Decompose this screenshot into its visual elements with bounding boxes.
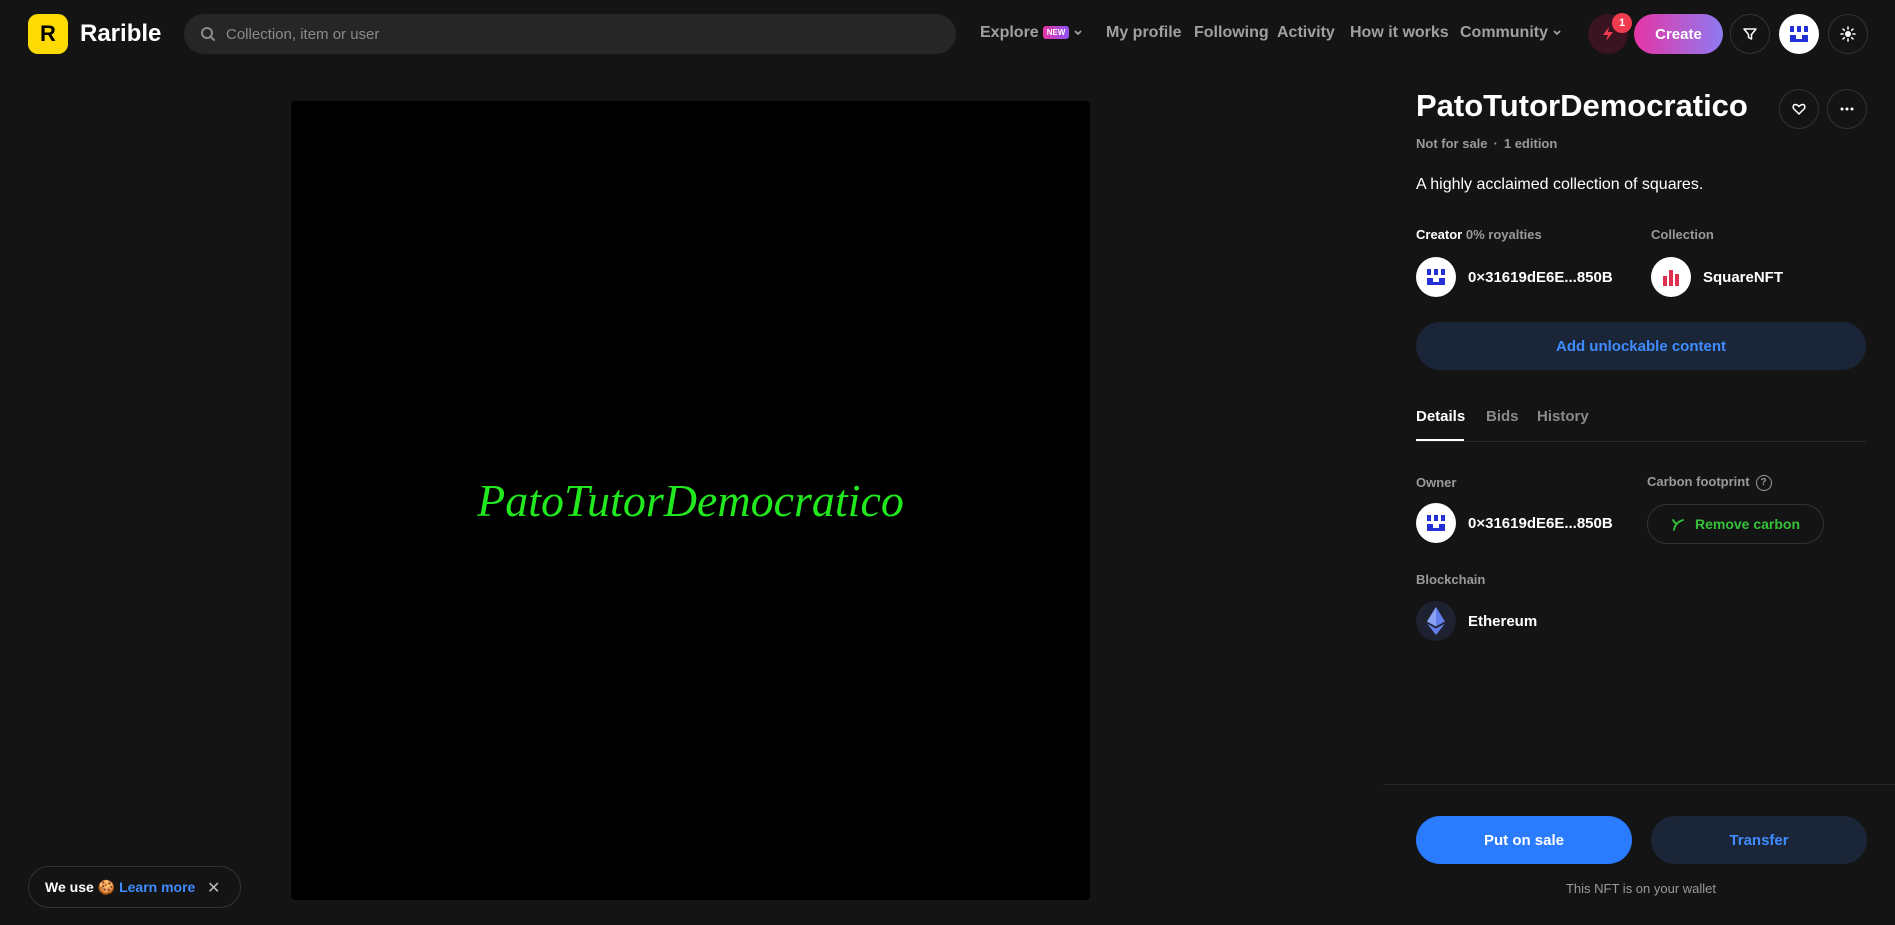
artwork-text: PatoTutorDemocratico xyxy=(477,475,904,526)
search-icon xyxy=(201,27,215,41)
rarible-logo[interactable]: R xyxy=(28,14,68,54)
blockchain-info: Ethereum xyxy=(1416,601,1537,641)
logo-letter: R xyxy=(40,21,56,46)
cookie-emoji: 🍪 xyxy=(97,878,116,895)
active-tab-indicator xyxy=(1416,439,1464,441)
creator-label: Creator xyxy=(1416,227,1463,242)
heart-icon xyxy=(1792,103,1806,115)
more-icon xyxy=(1840,107,1854,111)
create-button[interactable]: Create xyxy=(1634,14,1723,54)
footer-divider xyxy=(1383,784,1895,785)
nav-community[interactable]: Community xyxy=(1460,24,1562,42)
notification-count-badge: 1 xyxy=(1612,13,1632,33)
more-options-button[interactable] xyxy=(1827,89,1867,129)
nav-activity[interactable]: Activity xyxy=(1277,24,1335,42)
nav-my-profile[interactable]: My profile xyxy=(1106,24,1182,42)
tab-bids[interactable]: Bids xyxy=(1486,408,1519,425)
add-unlockable-button[interactable]: Add unlockable content xyxy=(1416,322,1866,370)
put-on-sale-button[interactable]: Put on sale xyxy=(1416,816,1632,864)
carbon-label: Carbon footprint xyxy=(1647,474,1750,489)
user-avatar-button[interactable] xyxy=(1779,14,1819,54)
blockchain-name: Ethereum xyxy=(1468,612,1538,630)
wallet-note: This NFT is on your wallet xyxy=(1565,881,1717,896)
nav-explore[interactable]: Explore NEW xyxy=(980,24,1083,42)
collection-avatar xyxy=(1651,257,1691,297)
search-input[interactable] xyxy=(226,25,926,43)
cookie-text: We use xyxy=(45,879,94,895)
chevron-down-icon xyxy=(1553,30,1561,36)
nav-explore-label: Explore xyxy=(980,24,1039,41)
nft-artwork[interactable]: PatoTutorDemocratico xyxy=(291,101,1090,900)
collection-label: Collection xyxy=(1651,227,1714,242)
help-icon[interactable]: ? xyxy=(1755,474,1772,491)
search-bar[interactable] xyxy=(184,14,956,54)
edition-count: 1 edition xyxy=(1503,136,1558,151)
tab-history[interactable]: History xyxy=(1537,408,1589,425)
detail-tabs: Details Bids History xyxy=(1416,406,1866,442)
remove-carbon-button[interactable]: Remove carbon xyxy=(1647,504,1824,544)
nav-community-label: Community xyxy=(1460,24,1548,41)
nav-following[interactable]: Following xyxy=(1194,24,1269,42)
filter-icon xyxy=(1743,28,1757,40)
new-badge: NEW xyxy=(1042,26,1070,40)
collection-name: SquareNFT xyxy=(1703,268,1784,286)
creator-avatar xyxy=(1416,257,1456,297)
collection-link[interactable]: SquareNFT xyxy=(1651,257,1783,297)
owner-avatar xyxy=(1416,503,1456,543)
nav-how-it-works[interactable]: How it works xyxy=(1350,24,1449,42)
chevron-down-icon xyxy=(1074,30,1082,36)
avatar-icon xyxy=(1790,26,1808,42)
avatar-icon xyxy=(1427,269,1445,285)
carbon-label-row: Carbon footprint? xyxy=(1647,474,1772,491)
top-nav: R Rarible ExploreNEW My profile Followin… xyxy=(0,0,1895,68)
royalties-text: 0% royalties xyxy=(1465,227,1542,242)
tab-details[interactable]: Details xyxy=(1416,408,1465,425)
meta-separator: · xyxy=(1493,136,1498,151)
close-icon[interactable]: ✕ xyxy=(207,878,220,898)
sale-status: Not for sale xyxy=(1416,136,1488,151)
sun-icon xyxy=(1840,26,1856,42)
brand-name[interactable]: Rarible xyxy=(80,20,161,48)
owner-label: Owner xyxy=(1416,475,1457,490)
filter-button[interactable] xyxy=(1730,14,1770,54)
item-meta: Not for sale · 1 edition xyxy=(1416,136,1557,151)
learn-more-link[interactable]: Learn more xyxy=(119,879,195,895)
like-button[interactable] xyxy=(1779,89,1819,129)
creator-link[interactable]: 0×31619dE6E...850B xyxy=(1416,257,1613,297)
collection-bars-icon xyxy=(1663,270,1679,286)
blockchain-label: Blockchain xyxy=(1416,572,1486,587)
remove-carbon-label: Remove carbon xyxy=(1694,516,1801,532)
avatar-icon xyxy=(1427,515,1445,531)
item-title: PatoTutorDemocratico xyxy=(1416,88,1748,123)
sprout-icon xyxy=(1672,519,1684,531)
creator-name: 0×31619dE6E...850B xyxy=(1468,268,1613,286)
ethereum-avatar xyxy=(1416,601,1456,641)
item-description: A highly acclaimed collection of squares… xyxy=(1416,176,1704,193)
creator-label-row: Creator 0% royalties xyxy=(1416,227,1542,242)
ethereum-icon xyxy=(1427,607,1445,635)
cookie-banner: We use 🍪 Learn more ✕ xyxy=(28,866,241,908)
owner-link[interactable]: 0×31619dE6E...850B xyxy=(1416,503,1613,543)
owner-name: 0×31619dE6E...850B xyxy=(1468,514,1613,532)
transfer-button[interactable]: Transfer xyxy=(1651,816,1867,864)
theme-toggle-button[interactable] xyxy=(1828,14,1868,54)
